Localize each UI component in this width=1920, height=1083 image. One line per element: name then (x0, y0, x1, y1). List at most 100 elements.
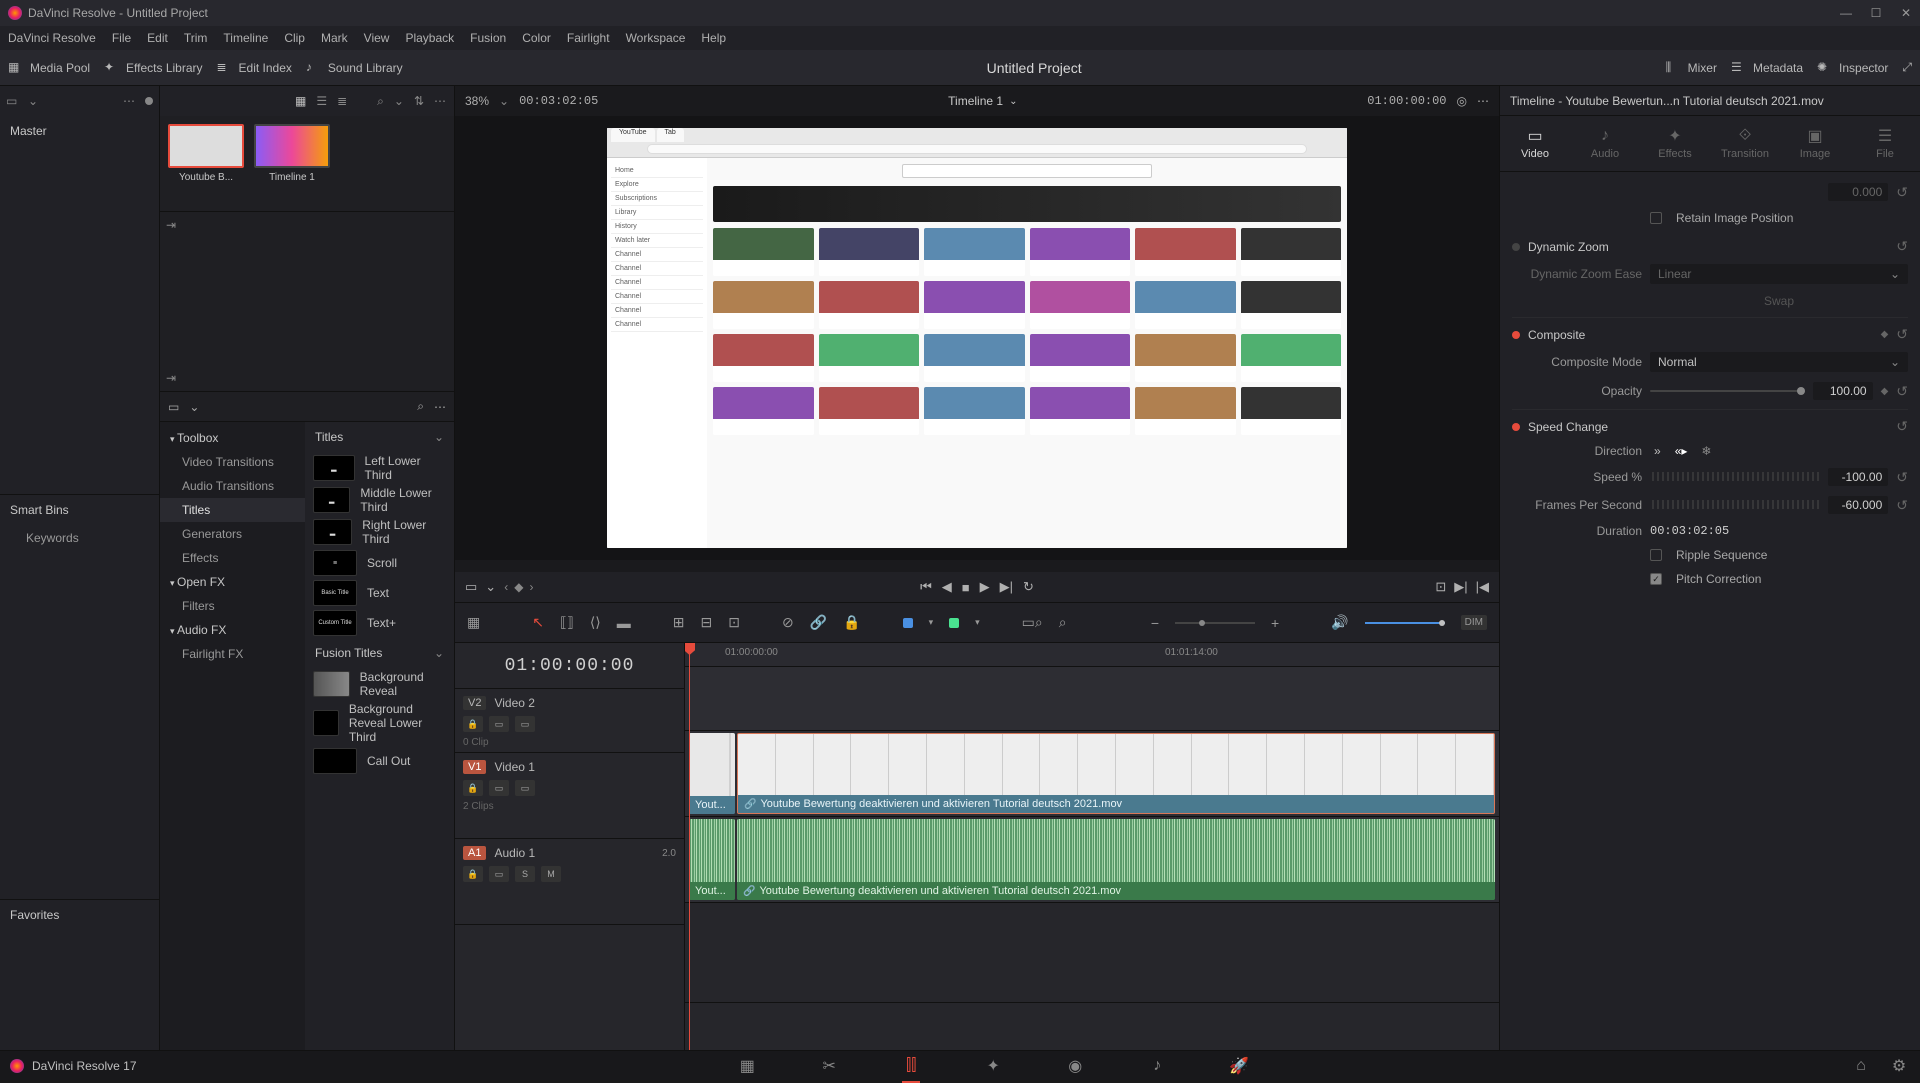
playhead[interactable] (689, 643, 690, 1050)
expand-button[interactable]: ⤢ (1902, 60, 1912, 75)
page-cut[interactable]: ✂ (818, 1055, 840, 1077)
favorites-header[interactable]: Favorites (0, 899, 159, 930)
fx-generators[interactable]: Generators (160, 522, 305, 546)
next-frame-button[interactable]: ▶| (1000, 579, 1013, 595)
media-pool-button[interactable]: ▦ Media Pool (8, 60, 90, 76)
snapping-toggle[interactable]: ⊘ (782, 614, 794, 631)
reset-icon[interactable]: ↺ (1896, 383, 1908, 400)
audiofx-group[interactable]: Audio FX (160, 618, 305, 642)
fx-effects[interactable]: Effects (160, 546, 305, 570)
more-icon[interactable]: ⋯ (434, 94, 446, 108)
fx-search-icon[interactable]: ⌕ (417, 399, 424, 414)
track-head-a1[interactable]: A1Audio 12.0 🔒 ▭ S M (455, 839, 684, 925)
goto-end2-icon[interactable]: ⇥ (166, 371, 176, 385)
video-clip[interactable]: Yout... (689, 733, 735, 814)
title-item[interactable]: ▂Left Lower Third (305, 452, 454, 484)
opacity-value[interactable]: 100.00 (1813, 382, 1873, 400)
menu-view[interactable]: View (364, 31, 390, 45)
direction-reverse-icon[interactable]: «▸ (1675, 444, 1688, 458)
direction-forward-icon[interactable]: » (1654, 444, 1661, 458)
bin-view-icon[interactable]: ▭ (6, 94, 20, 108)
menu-file[interactable]: File (112, 31, 131, 45)
zoom-tool[interactable]: ⌕ (1059, 614, 1067, 631)
selection-tool[interactable]: ↖ (532, 614, 544, 631)
pitch-checkbox[interactable]: ✓ (1650, 573, 1662, 585)
next-edit-icon[interactable]: ▶| (1454, 579, 1467, 595)
lock-icon[interactable]: 🔒 (463, 780, 483, 796)
effects-library-button[interactable]: ✦ Effects Library (104, 60, 202, 76)
thumb-view-icon[interactable]: ▦ (295, 94, 306, 108)
reset-icon[interactable]: ↺ (1896, 184, 1908, 201)
last-edit-icon[interactable]: |◀ (1476, 579, 1489, 595)
sort-dropdown-icon[interactable]: ⌄ (394, 94, 404, 108)
lock-icon[interactable]: 🔒 (463, 716, 483, 732)
section-toggle[interactable] (1512, 423, 1520, 431)
timeline-tracks[interactable]: 01:00:00:00 01:01:14:00 01:02:28:00 Yout… (685, 643, 1499, 1050)
minimize-button[interactable]: — (1840, 7, 1852, 19)
list-view-icon[interactable]: ≣ (337, 94, 347, 108)
fx-filters[interactable]: Filters (160, 594, 305, 618)
video-clip[interactable]: 🔗Youtube Bewertung deaktivieren und akti… (737, 733, 1495, 814)
track-head-v2[interactable]: V2Video 2 🔒▭▭ 0 Clip (455, 689, 684, 753)
filter-icon[interactable]: ⇅ (414, 94, 424, 108)
solo-button[interactable]: S (515, 866, 535, 882)
toolbox-group[interactable]: Toolbox (160, 426, 305, 450)
overwrite-tool[interactable]: ⊟ (701, 614, 713, 631)
titles-header[interactable]: Titles (305, 422, 454, 452)
direction-freeze-icon[interactable]: ❄ (1701, 444, 1711, 458)
media-clip[interactable]: Timeline 1 (254, 124, 330, 203)
title-item[interactable]: Basic TitleText (305, 578, 454, 608)
marker-dropdown2[interactable]: ▾ (975, 617, 980, 628)
fx-titles[interactable]: Titles (160, 498, 305, 522)
volume-icon[interactable]: 🔊 (1331, 614, 1348, 631)
reset-icon[interactable]: ↺ (1896, 469, 1908, 486)
opacity-slider[interactable] (1650, 390, 1805, 392)
blade-tool[interactable]: ▬ (617, 615, 631, 631)
openfx-group[interactable]: Open FX (160, 570, 305, 594)
first-frame-button[interactable]: ⏮ (920, 579, 932, 595)
fusion-titles-header[interactable]: Fusion Titles (305, 638, 454, 668)
loop-button[interactable]: ↻ (1023, 579, 1034, 595)
stop-button[interactable]: ■ (962, 580, 970, 595)
page-color[interactable]: ◉ (1064, 1055, 1086, 1077)
fusion-title-item[interactable]: Background Reveal Lower Third (305, 700, 454, 746)
goto-end-icon[interactable]: ⇥ (166, 218, 176, 232)
marker-dropdown[interactable]: ▾ (929, 617, 934, 628)
dots-icon[interactable]: ⋯ (123, 94, 137, 108)
insert-tool[interactable]: ⊞ (673, 614, 685, 631)
menu-playback[interactable]: Playback (405, 31, 454, 45)
close-button[interactable]: ✕ (1900, 7, 1912, 19)
track-v1-lane[interactable]: Yout... 🔗Youtube Bewertung deaktivieren … (685, 731, 1499, 817)
inspector-tab-image[interactable]: ▣Image (1780, 116, 1850, 171)
maximize-button[interactable]: ☐ (1870, 7, 1882, 19)
bypass-icon[interactable]: ▭ (465, 579, 477, 595)
duration-value[interactable]: 00:03:02:05 (1650, 524, 1908, 538)
menu-help[interactable]: Help (701, 31, 726, 45)
audio-clip[interactable]: 🔗Youtube Bewertung deaktivieren und akti… (737, 819, 1495, 900)
reset-icon[interactable]: ↺ (1896, 497, 1908, 514)
zoom-label[interactable]: 38% (465, 94, 489, 108)
fusion-title-item[interactable]: Call Out (305, 746, 454, 776)
menu-color[interactable]: Color (522, 31, 551, 45)
track-a1-lane[interactable]: Yout... 🔗Youtube Bewertung deaktivieren … (685, 817, 1499, 903)
auto-select-icon[interactable]: ▭ (489, 866, 509, 882)
menu-mark[interactable]: Mark (321, 31, 348, 45)
inspector-tab-effects[interactable]: ✦Effects (1640, 116, 1710, 171)
disable-icon[interactable]: ▭ (515, 780, 535, 796)
page-edit[interactable]: ⫿⫿ (900, 1055, 922, 1077)
reset-icon[interactable]: ↺ (1896, 418, 1908, 435)
section-toggle[interactable] (1512, 331, 1520, 339)
menu-clip[interactable]: Clip (284, 31, 305, 45)
lock-icon[interactable]: 🔒 (463, 866, 483, 882)
smartbin-keywords[interactable]: Keywords (0, 525, 159, 551)
page-deliver[interactable]: 🚀 (1228, 1055, 1250, 1077)
panel-view-icon[interactable]: ▭ (168, 400, 179, 414)
dynamic-trim-tool[interactable]: ⟨⟩ (590, 614, 601, 631)
section-toggle[interactable] (1512, 243, 1520, 251)
menu-workspace[interactable]: Workspace (626, 31, 686, 45)
timeline-timecode[interactable]: 01:00:00:00 (455, 643, 684, 689)
marker-green[interactable] (949, 618, 959, 628)
speed-scrubber[interactable]: |||||||||||||||||||||||||||||||||||||||| (1650, 472, 1820, 483)
prev-marker-icon[interactable]: ‹ (504, 580, 508, 594)
page-fusion[interactable]: ✦ (982, 1055, 1004, 1077)
